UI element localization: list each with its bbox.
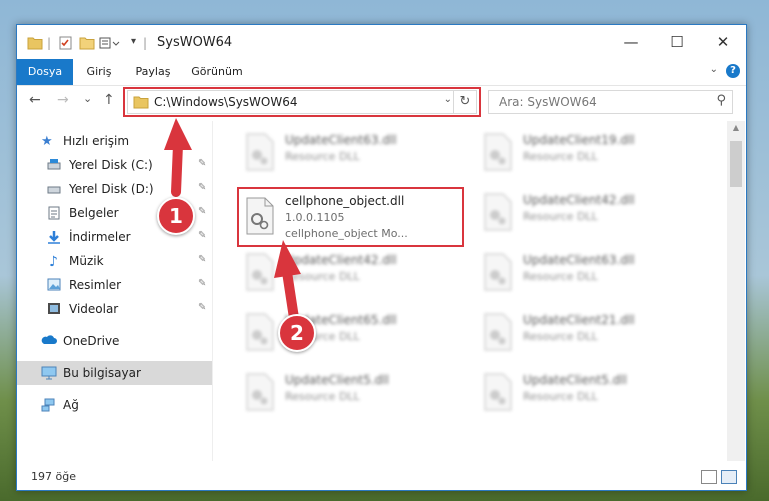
annotation-overlay bbox=[164, 118, 301, 323]
arrow-1 bbox=[164, 118, 192, 197]
arrow-2 bbox=[274, 240, 301, 323]
step-badge-1: 1 bbox=[157, 197, 195, 235]
step-badge-2: 2 bbox=[278, 314, 316, 352]
